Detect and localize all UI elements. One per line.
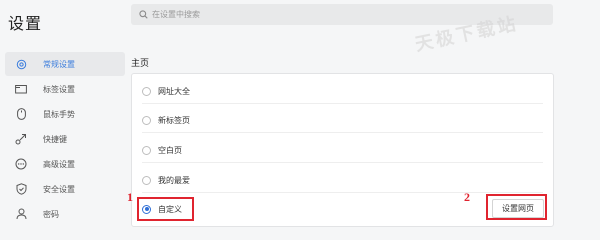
divider <box>142 162 543 163</box>
search-input[interactable] <box>152 10 532 19</box>
sidebar-item-advanced[interactable]: 高级设置 <box>5 152 125 176</box>
sidebar-item-label: 常规设置 <box>43 59 75 69</box>
section-title-homepage: 主页 <box>131 58 150 68</box>
divider <box>142 192 543 193</box>
homepage-option-url-directory[interactable]: 网址大全 <box>142 81 190 101</box>
shield-icon <box>15 183 27 195</box>
radio-button[interactable] <box>142 115 151 125</box>
sidebar-item-general[interactable]: 常规设置 <box>5 52 125 76</box>
divider <box>142 132 543 133</box>
search-box[interactable] <box>131 4 553 25</box>
sidebar-item-shortcuts[interactable]: 快捷键 <box>5 127 125 151</box>
homepage-option-favorites[interactable]: 我的最爱 <box>142 170 190 190</box>
user-icon <box>15 208 27 220</box>
sidebar-item-label: 标签设置 <box>43 84 75 94</box>
annotation-step-2: 2 <box>464 190 470 204</box>
divider <box>142 103 543 104</box>
radio-button[interactable] <box>142 175 151 185</box>
homepage-option-blank[interactable]: 空白页 <box>142 140 182 160</box>
sidebar-item-label: 鼠标手势 <box>43 109 75 119</box>
annotation-box-set-button <box>486 194 547 220</box>
annotation-step-1: 1 <box>127 190 133 204</box>
more-icon <box>15 158 27 170</box>
sidebar-item-password[interactable]: 密码 <box>5 202 125 226</box>
sidebar-item-label: 安全设置 <box>43 184 75 194</box>
mouse-icon <box>15 108 27 120</box>
search-icon <box>139 6 148 24</box>
page-title: 设置 <box>8 16 43 33</box>
option-label: 我的最爱 <box>158 175 190 185</box>
tab-icon <box>15 83 27 95</box>
sidebar-item-label: 高级设置 <box>43 159 75 169</box>
radio-button[interactable] <box>142 145 151 155</box>
homepage-option-new-tab[interactable]: 新标签页 <box>142 110 190 130</box>
radio-button[interactable] <box>142 86 151 96</box>
shortcut-icon <box>15 133 27 145</box>
annotation-box-custom <box>137 197 194 221</box>
sidebar-item-tabs[interactable]: 标签设置 <box>5 77 125 101</box>
option-label: 空白页 <box>158 145 182 155</box>
sidebar-item-label: 快捷键 <box>43 134 67 144</box>
gear-icon <box>15 58 27 70</box>
sidebar-item-label: 密码 <box>43 209 59 219</box>
option-label: 网址大全 <box>158 86 190 96</box>
sidebar: 常规设置 标签设置 鼠标手势 快捷键 高级设置 安全设置 密码 <box>5 52 125 227</box>
sidebar-item-mouse-gestures[interactable]: 鼠标手势 <box>5 102 125 126</box>
sidebar-item-security[interactable]: 安全设置 <box>5 177 125 201</box>
option-label: 新标签页 <box>158 115 190 125</box>
